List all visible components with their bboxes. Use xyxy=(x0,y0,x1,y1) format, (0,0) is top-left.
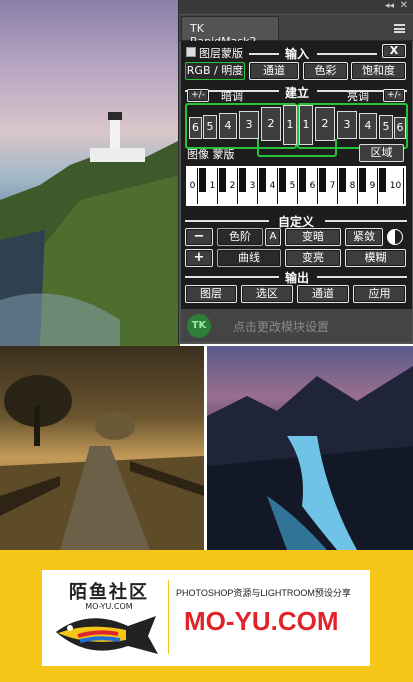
input-color-button[interactable]: 色彩 xyxy=(303,62,348,80)
tab-rapidmask[interactable]: TK RapidMask2 xyxy=(181,16,279,48)
zone-key-1[interactable]: 1 xyxy=(208,168,218,204)
dark-step-3[interactable]: 3 xyxy=(239,111,259,139)
output-divider-left xyxy=(185,276,280,278)
contrast-icon[interactable] xyxy=(387,229,403,245)
lighten-button[interactable]: 变亮 xyxy=(285,249,341,267)
output-header: 输出 xyxy=(279,269,315,286)
output-layer-button[interactable]: 图层 xyxy=(185,285,237,303)
tk-logo-icon: TK xyxy=(187,314,211,338)
output-apply-button[interactable]: 应用 xyxy=(353,285,406,303)
zone-black-key[interactable] xyxy=(319,168,326,192)
blur-button[interactable]: 模糊 xyxy=(345,249,406,267)
zone-key-0[interactable]: 0 xyxy=(188,168,198,204)
zone-black-key[interactable] xyxy=(299,168,306,192)
zone-black-key[interactable] xyxy=(239,168,246,192)
waterfall-photo xyxy=(207,346,413,550)
double-chevron-icon[interactable]: ◂◂ xyxy=(385,1,394,11)
zone-keyboard[interactable]: 0 1 2 3 4 5 6 7 8 9 10 xyxy=(186,166,406,206)
layer-mask-checkbox[interactable] xyxy=(186,47,196,57)
dark-step-2[interactable]: 2 xyxy=(261,107,281,141)
zone-key-6[interactable]: 6 xyxy=(308,168,318,204)
waterfall-scene xyxy=(207,366,413,550)
light-label: 亮调 xyxy=(347,90,369,103)
light-toggle-button[interactable]: +/- xyxy=(383,89,405,102)
banner-tagline: PHOTOSHOP资源与LIGHTROOM预设分享 xyxy=(176,588,351,598)
panel-top-bar: ◂◂ ✕ xyxy=(179,0,413,14)
footer-bar[interactable]: TK 点击更改模块设置 xyxy=(181,309,412,342)
banner-logo-url: MO-YU.COM xyxy=(85,602,133,611)
darken-button[interactable]: 变暗 xyxy=(285,228,341,246)
zone-black-key[interactable] xyxy=(219,168,226,192)
road-scene xyxy=(0,375,204,550)
output-channel-button[interactable]: 通道 xyxy=(297,285,349,303)
zone-button[interactable]: 区域 xyxy=(359,144,404,162)
lighthouse-photo xyxy=(0,0,180,346)
zone-key-9[interactable]: 9 xyxy=(368,168,378,204)
minus-button[interactable]: − xyxy=(185,228,213,246)
layer-mask-label: 图层蒙版 xyxy=(199,47,243,60)
levels-button[interactable]: 色阶 xyxy=(217,228,263,246)
rapidmask-panel: ◂◂ ✕ TK RapidMask2 图层蒙版 输入 X RGB / 明度 通道… xyxy=(178,0,413,344)
zone-key-5[interactable]: 5 xyxy=(288,168,298,204)
dark-step-6[interactable]: 6 xyxy=(189,117,202,139)
zone-key-8[interactable]: 8 xyxy=(348,168,358,204)
banner-site-name: MO-YU.COM xyxy=(184,606,339,636)
light-step-4[interactable]: 4 xyxy=(359,113,377,139)
midtone-bracket[interactable] xyxy=(257,139,337,157)
light-step-3[interactable]: 3 xyxy=(337,111,357,139)
input-divider-right xyxy=(317,53,377,55)
zone-black-key[interactable] xyxy=(379,168,386,192)
plus-button[interactable]: + xyxy=(185,249,213,267)
curves-button[interactable]: 曲线 xyxy=(217,249,281,267)
custom-divider-right xyxy=(325,220,407,222)
close-panel-icon[interactable]: ✕ xyxy=(400,0,408,11)
image-mask-label: 图像 蒙版 xyxy=(187,148,235,161)
custom-divider-left xyxy=(185,220,270,222)
fish-logo-icon xyxy=(56,616,158,654)
zone-key-3[interactable]: 3 xyxy=(248,168,258,204)
build-header: 建立 xyxy=(279,84,315,101)
zone-black-key[interactable] xyxy=(199,168,206,192)
input-divider-left xyxy=(249,53,279,55)
dark-toggle-button[interactable]: +/- xyxy=(187,89,209,102)
light-step-6[interactable]: 6 xyxy=(394,117,406,139)
close-x-button[interactable]: X xyxy=(382,44,406,58)
light-step-2[interactable]: 2 xyxy=(315,107,335,141)
zone-black-key[interactable] xyxy=(279,168,286,192)
zone-key-4[interactable]: 4 xyxy=(268,168,278,204)
input-header: 输入 xyxy=(279,45,315,62)
countryside-road-photo xyxy=(0,346,204,550)
dark-step-4[interactable]: 4 xyxy=(219,113,237,139)
output-divider-right xyxy=(317,276,407,278)
banner-divider xyxy=(168,580,169,654)
light-step-5[interactable]: 5 xyxy=(379,115,393,139)
banner-logo-box: 陌鱼社区 MO-YU.COM xyxy=(48,574,166,662)
input-saturation-button[interactable]: 饱和度 xyxy=(351,62,406,80)
tighten-button[interactable]: 紧敛 xyxy=(345,228,383,246)
output-selection-button[interactable]: 选区 xyxy=(241,285,293,303)
hamburger-menu-icon[interactable] xyxy=(394,24,405,33)
zone-key-7[interactable]: 7 xyxy=(328,168,338,204)
auto-a-button[interactable]: A xyxy=(265,228,281,246)
panel-body: 图层蒙版 输入 X RGB / 明度 通道 色彩 饱和度 建立 +/- 暗调 亮… xyxy=(181,41,412,342)
zone-black-key[interactable] xyxy=(259,168,266,192)
lighthouse-scene xyxy=(0,112,180,346)
mo-yu-banner: 陌鱼社区 MO-YU.COM PHOTOSHOP资源与LIGHTROOM预设分享… xyxy=(0,550,413,682)
zone-key-2[interactable]: 2 xyxy=(228,168,238,204)
input-rgb-luminosity-button[interactable]: RGB / 明度 xyxy=(185,62,245,80)
zone-key-10[interactable]: 10 xyxy=(388,168,404,204)
input-channel-button[interactable]: 通道 xyxy=(249,62,299,80)
footer-hint: 点击更改模块设置 xyxy=(233,320,330,334)
zone-black-key[interactable] xyxy=(359,168,366,192)
zone-black-key[interactable] xyxy=(339,168,346,192)
banner-logo-text: 陌鱼社区 xyxy=(69,582,149,603)
dark-step-5[interactable]: 5 xyxy=(203,115,217,139)
dark-label: 暗调 xyxy=(221,90,243,103)
